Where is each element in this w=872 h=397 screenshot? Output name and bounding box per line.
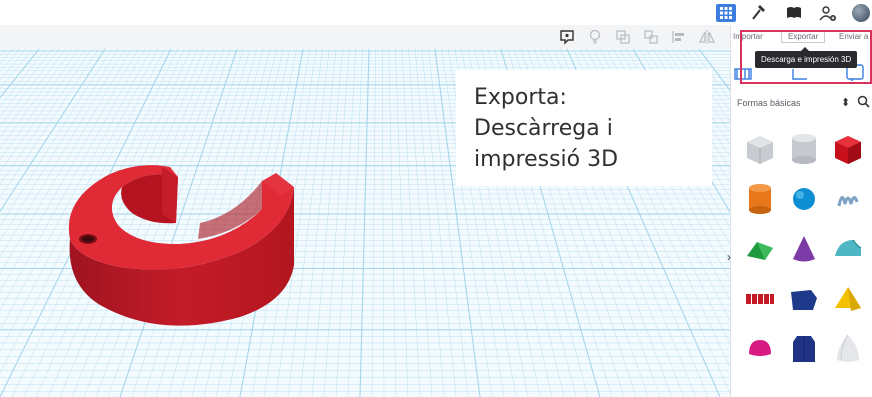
add-user-button[interactable] (818, 4, 838, 22)
shape-pink-half-sphere[interactable] (738, 324, 782, 374)
caption-box: Exporta: Descàrrega i impressió 3D (456, 70, 712, 186)
mirror-button[interactable] (698, 28, 716, 46)
grid-view-button[interactable] (716, 3, 736, 22)
caption-line-3: impressió 3D (474, 147, 619, 172)
red-text-icon (746, 294, 774, 304)
purple-cone-icon (793, 236, 815, 262)
orange-cylinder-icon (749, 184, 771, 214)
shape-white-paraboloid[interactable] (826, 324, 870, 374)
shape-red-box[interactable] (826, 124, 870, 174)
shape-orange-cylinder[interactable] (738, 174, 782, 224)
view-toolbar (0, 25, 730, 50)
shape-teal-round-roof[interactable] (826, 224, 870, 274)
book-icon (787, 6, 801, 18)
grid-icon (720, 6, 732, 19)
select-arrow-icon: ⬍ (841, 97, 851, 109)
lightbulb-icon (589, 29, 601, 44)
shape-box-striped[interactable] (738, 124, 782, 174)
box-striped-icon (747, 136, 773, 164)
yellow-pyramid-icon (835, 287, 861, 311)
pink-half-sphere-icon (749, 340, 771, 356)
shape-yellow-pyramid[interactable] (826, 274, 870, 324)
shape-blue-sphere[interactable] (782, 174, 826, 224)
align-icon (672, 31, 684, 43)
shape-cylinder-striped[interactable] (782, 124, 826, 174)
hammer-icon (752, 4, 765, 20)
shape-navy-box[interactable] (782, 274, 826, 324)
tools-button[interactable] (750, 4, 770, 22)
scribble-icon (837, 196, 859, 207)
lessons-button[interactable] (784, 4, 804, 22)
top-bar (0, 0, 872, 25)
avatar[interactable] (852, 3, 870, 22)
notes-button[interactable] (558, 28, 576, 46)
navy-polygon-icon (793, 336, 815, 362)
red-box-icon (835, 136, 861, 164)
shape-purple-cone[interactable] (782, 224, 826, 274)
blue-sphere-icon (793, 188, 815, 210)
ungroup-button[interactable] (642, 28, 660, 46)
user-add-icon (819, 5, 836, 21)
group-icon (616, 30, 630, 44)
white-paraboloid-icon (837, 334, 859, 362)
shape-red-text[interactable] (738, 274, 782, 324)
green-roof-icon (747, 242, 773, 260)
caption-line-1: Exporta: (474, 85, 567, 110)
tooltip: Descarga e impresión 3D (755, 47, 858, 68)
chat-bubble-icon (560, 30, 574, 45)
shape-green-roof[interactable] (738, 224, 782, 274)
top-icons (716, 0, 872, 25)
ungroup-icon (644, 30, 658, 44)
collapse-panel-icon[interactable]: › (727, 250, 731, 264)
caption-line-2: Descàrrega i (474, 116, 613, 141)
mirror-icon (699, 30, 715, 44)
cylinder-striped-icon (792, 134, 816, 164)
align-button[interactable] (670, 28, 688, 46)
teal-round-roof-icon (835, 239, 862, 256)
group-button[interactable] (614, 28, 632, 46)
shape-scribble[interactable] (826, 174, 870, 224)
search-icon[interactable] (857, 95, 870, 108)
shape-navy-polygon[interactable] (782, 324, 826, 374)
shape-category-label: Formas básicas (737, 98, 801, 108)
navy-box-icon (791, 290, 817, 310)
shape-category-select[interactable]: Formas básicas ⬍ (737, 92, 861, 114)
bulb-button[interactable] (586, 28, 604, 46)
